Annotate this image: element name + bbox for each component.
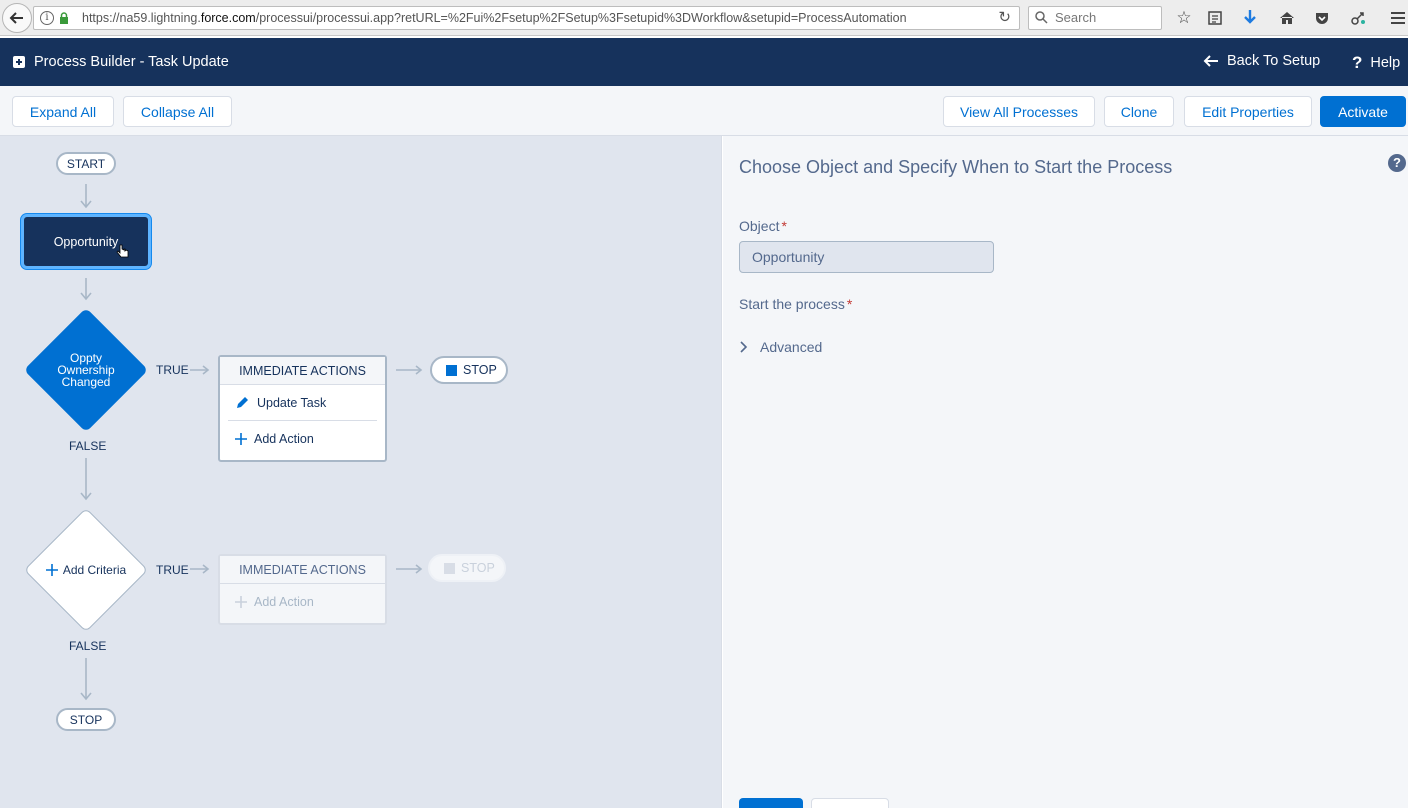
plus-icon: [235, 433, 247, 445]
plus-icon: [235, 596, 247, 608]
url-prefix: https://na59.lightning.: [82, 11, 201, 25]
url-domain: force.com: [200, 11, 256, 25]
help-label: Help: [1370, 55, 1401, 71]
search-icon: [1035, 11, 1048, 24]
immediate-actions-box[interactable]: IMMEDIATE ACTIONS Update Task Add Action: [218, 355, 387, 462]
menu-icon[interactable]: [1388, 8, 1408, 28]
app-header: Process Builder - Task Update Back To Se…: [0, 38, 1408, 86]
criteria-label-line: Changed: [61, 375, 111, 389]
help-link[interactable]: ? Help: [1352, 53, 1400, 73]
add-action-label: Add Action: [254, 595, 314, 609]
object-label-text: Object: [739, 218, 780, 234]
reading-list-icon[interactable]: [1205, 8, 1225, 28]
chevron-right-icon: [740, 341, 748, 353]
required-mark: *: [781, 218, 787, 234]
advanced-toggle[interactable]: Advanced: [740, 339, 822, 355]
clone-button[interactable]: Clone: [1104, 96, 1174, 127]
add-action-link[interactable]: Add Action: [220, 421, 385, 457]
add-action-link-disabled: Add Action: [220, 584, 385, 620]
false-label: FALSE: [69, 639, 107, 653]
stop-square-icon: [446, 364, 457, 376]
criteria-node-label: Oppty Ownership Changed: [31, 352, 141, 388]
save-button[interactable]: [739, 798, 803, 808]
url-text: https://na59.lightning.force.com/process…: [82, 7, 907, 29]
start-process-text: Start the process: [739, 296, 845, 312]
back-arrow-icon: [9, 12, 23, 24]
add-criteria-label[interactable]: Add Criteria: [31, 564, 141, 576]
activate-button[interactable]: Activate: [1320, 96, 1406, 127]
immediate-actions-box-disabled: IMMEDIATE ACTIONS Add Action: [218, 554, 387, 625]
add-action-label: Add Action: [254, 432, 314, 446]
stop-label: STOP: [463, 363, 497, 377]
browser-search-input[interactable]: Search: [1028, 6, 1162, 30]
properties-panel: Choose Object and Specify When to Start …: [723, 136, 1408, 808]
arrow-left-icon: [1203, 55, 1218, 67]
panel-title: Choose Object and Specify When to Start …: [739, 157, 1173, 177]
process-builder-icon: [13, 56, 25, 68]
advanced-label: Advanced: [760, 339, 823, 355]
plus-icon: [45, 564, 58, 576]
download-icon[interactable]: [1240, 8, 1260, 28]
start-process-label: Start the process *: [739, 296, 852, 312]
help-icon[interactable]: ?: [1388, 154, 1406, 172]
stop-node: STOP: [430, 356, 508, 384]
page-title: Process Builder - Task Update: [34, 54, 229, 70]
stop-square-icon: [444, 562, 455, 574]
cancel-button[interactable]: [811, 798, 889, 808]
stop-label: STOP: [461, 561, 495, 575]
object-input[interactable]: Opportunity: [739, 241, 994, 273]
search-placeholder: Search: [1055, 10, 1097, 25]
immediate-actions-header: IMMEDIATE ACTIONS: [220, 556, 385, 584]
required-mark: *: [846, 296, 853, 312]
view-all-processes-button[interactable]: View All Processes: [943, 96, 1095, 127]
add-criteria-text: Add Criteria: [62, 563, 127, 577]
reload-icon[interactable]: ↻: [998, 7, 1011, 29]
back-to-setup-label: Back To Setup: [1227, 53, 1321, 69]
browser-back-button[interactable]: [2, 3, 32, 33]
browser-toolbar: i https://na59.lightning.force.com/proce…: [0, 0, 1408, 36]
bookmark-star-icon[interactable]: ☆: [1174, 8, 1194, 28]
info-icon[interactable]: i: [40, 11, 54, 25]
back-to-setup-link[interactable]: Back To Setup: [1203, 53, 1320, 69]
hand-cursor-icon: [116, 244, 129, 258]
edit-properties-button[interactable]: Edit Properties: [1184, 96, 1312, 127]
address-bar[interactable]: i https://na59.lightning.force.com/proce…: [33, 6, 1020, 30]
start-node: START: [56, 152, 116, 175]
process-canvas[interactable]: START Opportunity Oppty Ownership Change…: [0, 136, 722, 808]
end-stop-node: STOP: [56, 708, 116, 731]
url-suffix: /processui/processui.app?retURL=%2Fui%2F…: [255, 11, 907, 25]
true-label: TRUE: [156, 363, 189, 377]
expand-all-button[interactable]: Expand All: [12, 96, 114, 127]
question-mark-icon: ?: [1352, 53, 1363, 72]
object-node-label: Opportunity: [53, 234, 119, 249]
object-node[interactable]: Opportunity: [21, 214, 151, 269]
collapse-all-button[interactable]: Collapse All: [123, 96, 232, 127]
extension-icon[interactable]: [1348, 8, 1368, 28]
builder-toolbar: Expand All Collapse All View All Process…: [0, 86, 1408, 136]
lock-icon: [60, 12, 68, 24]
true-label: TRUE: [156, 563, 189, 577]
action-label: Update Task: [257, 395, 327, 410]
pocket-icon[interactable]: [1312, 8, 1332, 28]
pencil-icon: [237, 397, 248, 408]
home-icon[interactable]: [1277, 8, 1297, 28]
false-label: FALSE: [69, 439, 107, 453]
object-field-label: Object *: [739, 218, 787, 234]
action-update-task[interactable]: Update Task: [228, 385, 377, 421]
stop-node-disabled: STOP: [428, 554, 506, 582]
immediate-actions-header: IMMEDIATE ACTIONS: [220, 357, 385, 385]
